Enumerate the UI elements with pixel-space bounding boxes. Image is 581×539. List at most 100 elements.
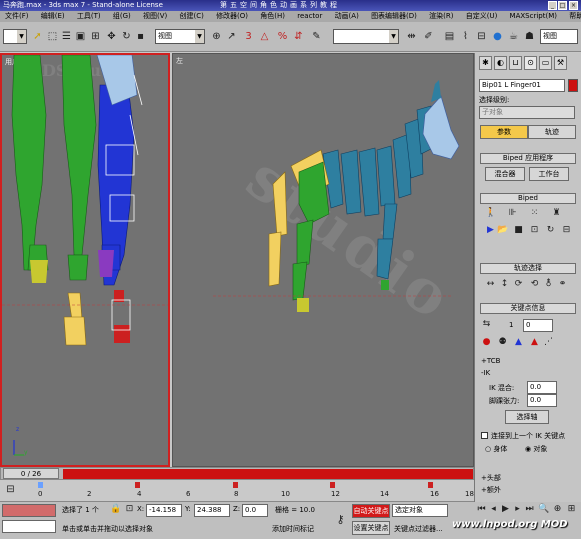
- keyframe-marker[interactable]: [330, 482, 335, 488]
- mixer-mode-icon[interactable]: ♜: [551, 208, 562, 219]
- maxscript-listener[interactable]: [2, 504, 56, 517]
- ik-expander[interactable]: -IK: [481, 369, 490, 377]
- menu-character[interactable]: 角色(H): [255, 11, 290, 22]
- body-vertical-icon[interactable]: ↕: [499, 279, 510, 290]
- prev-key-icon[interactable]: ⇆: [481, 319, 492, 330]
- rotate-icon[interactable]: ↻: [120, 30, 133, 43]
- viewport-user[interactable]: 用户 DS studio z y: [0, 53, 170, 467]
- menu-help[interactable]: 帮助(H): [564, 11, 581, 22]
- in-place-mode-icon[interactable]: ⊟: [561, 225, 572, 236]
- pivot-icon[interactable]: ⊕: [210, 30, 223, 43]
- curve-editor-icon[interactable]: ⌇: [459, 30, 472, 43]
- render-type-combo[interactable]: 视图: [540, 29, 578, 44]
- zoom-extents-icon[interactable]: ⊞: [566, 504, 577, 515]
- display-tab-icon[interactable]: ▭: [539, 56, 552, 70]
- time-slider[interactable]: 0 / 26: [0, 467, 474, 480]
- select-region-icon[interactable]: ⬚: [46, 30, 59, 43]
- undo-combo[interactable]: ▼: [3, 29, 27, 44]
- body-rotation-icon[interactable]: ⟳: [513, 279, 524, 290]
- goto-start-icon[interactable]: ⏮: [476, 504, 487, 515]
- motion-flow-icon[interactable]: ⁙: [529, 208, 540, 219]
- set-key-button[interactable]: 设置关键点: [352, 521, 390, 535]
- close-icon[interactable]: ×: [569, 1, 578, 10]
- mixer-button[interactable]: 混合器: [485, 167, 525, 181]
- timeline-ruler[interactable]: ⊟ 0 2 4 6 8 10 12 14 16 18: [0, 480, 474, 502]
- lock-icon[interactable]: 🔒: [110, 504, 121, 515]
- zoom-icon[interactable]: 🔍: [538, 504, 549, 515]
- buffer-mode-icon[interactable]: ▶: [485, 225, 496, 236]
- viewport-left[interactable]: 左 studio: [172, 53, 474, 467]
- snap-icon[interactable]: 3: [242, 30, 255, 43]
- menu-modifiers[interactable]: 修改器(O): [211, 11, 253, 22]
- load-file-icon[interactable]: ⊡: [529, 225, 540, 236]
- percent-snap-icon[interactable]: %: [276, 30, 289, 43]
- schematic-icon[interactable]: ⊟: [475, 30, 488, 43]
- menu-reactor[interactable]: reactor: [292, 11, 327, 22]
- menu-create[interactable]: 创建(C): [174, 11, 208, 22]
- menu-file[interactable]: 文件(F): [0, 11, 34, 22]
- zoom-all-icon[interactable]: ⊕: [552, 504, 563, 515]
- select-by-name-icon[interactable]: ☰: [60, 30, 73, 43]
- select-icon[interactable]: ➚: [31, 30, 44, 43]
- z-coordinate[interactable]: 0.0: [242, 504, 268, 517]
- link-icon[interactable]: ↗: [225, 30, 238, 43]
- trajectory-icon[interactable]: ⋰: [543, 337, 554, 348]
- modify-tab-icon[interactable]: ◐: [494, 56, 507, 70]
- maximize-icon[interactable]: □: [558, 1, 567, 10]
- tab-parameters[interactable]: 参数: [480, 125, 528, 139]
- play-icon[interactable]: ▶: [500, 504, 511, 515]
- reference-coord-combo[interactable]: 视图 ▼: [155, 29, 205, 44]
- utilities-tab-icon[interactable]: ⚒: [554, 56, 567, 70]
- menu-views[interactable]: 视图(V): [138, 11, 172, 22]
- menu-animation[interactable]: 动画(A): [330, 11, 364, 22]
- goto-end-icon[interactable]: ⏭: [524, 504, 535, 515]
- layer-icon[interactable]: ▤: [443, 30, 456, 43]
- ankle-tension-field[interactable]: 0.0: [527, 394, 557, 407]
- object-radio[interactable]: ◉ 对象: [525, 444, 547, 454]
- auto-key-button[interactable]: 自动关键点: [352, 504, 390, 518]
- select-pivot-button[interactable]: 选择轴: [505, 410, 549, 424]
- keyframe-marker[interactable]: [428, 482, 433, 488]
- named-selection-icon[interactable]: ✎: [310, 30, 323, 43]
- spinner-snap-icon[interactable]: ⇵: [292, 30, 305, 43]
- object-color-swatch[interactable]: [568, 79, 578, 92]
- rollout-biped-apps[interactable]: Biped 应用程序: [480, 153, 576, 164]
- hierarchy-tab-icon[interactable]: ⊔: [509, 56, 522, 70]
- keyframe-marker[interactable]: [38, 482, 43, 488]
- key-icon[interactable]: ⚷: [335, 514, 346, 525]
- menu-group[interactable]: 组(G): [108, 11, 136, 22]
- symmetrical-icon[interactable]: ⚨: [543, 279, 554, 290]
- set-free-key-icon[interactable]: ▲: [529, 337, 540, 348]
- menu-customize[interactable]: 自定义(U): [461, 11, 503, 22]
- open-file-icon[interactable]: 📂: [497, 225, 508, 236]
- material-editor-icon[interactable]: ●: [491, 30, 504, 43]
- ik-blend-field[interactable]: 0.0: [527, 381, 557, 394]
- quick-render-icon[interactable]: ☗: [523, 30, 536, 43]
- scale-icon[interactable]: ▪: [134, 30, 147, 43]
- join-prev-checkbox[interactable]: [481, 432, 488, 439]
- footstep-mode-icon[interactable]: ⊪: [507, 208, 518, 219]
- set-key-icon[interactable]: ●: [481, 337, 492, 348]
- add-time-tag[interactable]: 添加时间标记: [272, 524, 314, 534]
- object-name-field[interactable]: Bip01 L Finger01: [479, 79, 565, 92]
- timeline-menu-icon[interactable]: ⊟: [4, 483, 17, 496]
- render-setup-icon[interactable]: ☕: [507, 30, 520, 43]
- window-crossing-icon[interactable]: ▣: [74, 30, 87, 43]
- menu-maxscript[interactable]: MAXScript(M): [505, 11, 562, 22]
- maxscript-mini-listener[interactable]: [2, 520, 56, 533]
- frame-counter[interactable]: 0 / 26: [3, 468, 59, 479]
- named-selection-combo[interactable]: ▼: [333, 29, 399, 44]
- menu-rendering[interactable]: 渲染(R): [424, 11, 458, 22]
- opposite-icon[interactable]: ⚭: [557, 279, 568, 290]
- rollout-track-selection[interactable]: 轨迹选择: [480, 263, 576, 274]
- menu-edit[interactable]: 编辑(E): [36, 11, 70, 22]
- menu-graph-editors[interactable]: 图表编辑器(D): [366, 11, 422, 22]
- mirror-icon[interactable]: ⇹: [405, 30, 418, 43]
- menu-tools[interactable]: 工具(T): [72, 11, 106, 22]
- create-tab-icon[interactable]: ✱: [479, 56, 492, 70]
- y-coordinate[interactable]: 24.388: [194, 504, 230, 517]
- figure-mode-icon[interactable]: 🚶: [485, 208, 496, 219]
- rollout-biped[interactable]: Biped: [480, 193, 576, 204]
- x-coordinate[interactable]: -14.158: [146, 504, 182, 517]
- keyframe-marker[interactable]: [135, 482, 140, 488]
